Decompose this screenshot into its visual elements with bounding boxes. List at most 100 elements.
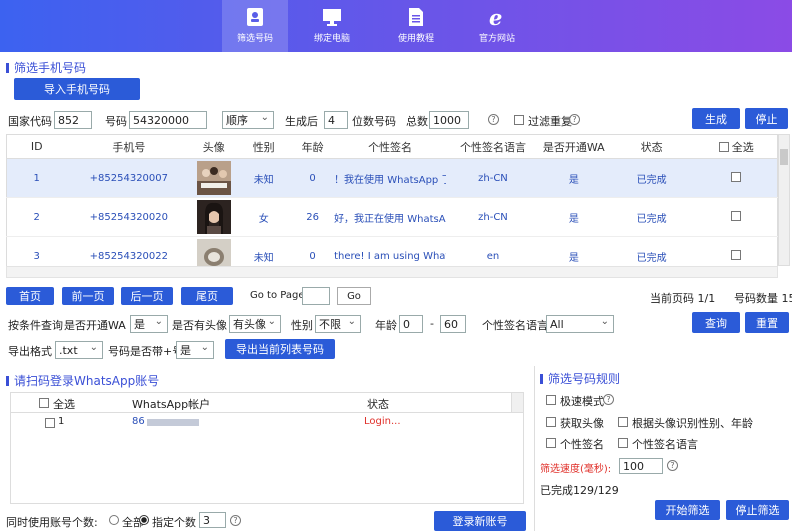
- signature-checkbox[interactable]: [546, 438, 556, 448]
- col-header-phone[interactable]: 手机号: [66, 134, 192, 159]
- table-horizontal-scrollbar[interactable]: [6, 266, 778, 278]
- col-header-gender[interactable]: 性别: [236, 134, 292, 159]
- gender-label: 性别: [291, 319, 313, 332]
- speed-label: 筛选速度(毫秒):: [540, 464, 612, 475]
- signature-lang-checkbox[interactable]: [618, 438, 628, 448]
- table-vertical-scrollbar[interactable]: [778, 134, 790, 266]
- generate-after-input[interactable]: 4: [324, 111, 348, 129]
- next-page-button[interactable]: 后一页: [121, 287, 173, 305]
- help-icon[interactable]: ?: [488, 114, 499, 125]
- col-header-id[interactable]: ID: [6, 134, 67, 159]
- avatar: [196, 161, 231, 195]
- help-icon[interactable]: ?: [230, 515, 241, 526]
- section-title-filter: 筛选手机号码: [6, 59, 86, 76]
- export-format-select[interactable]: .txt: [55, 341, 103, 359]
- table-header-row: ID 手机号 头像 性别 年龄 个性签名 个性签名语言 是否开通WA 状态 全选: [6, 134, 778, 159]
- section-title-rules: 筛选号码规则: [540, 370, 620, 387]
- country-code-label: 国家代码: [8, 115, 52, 128]
- row-checkbox[interactable]: [731, 249, 742, 260]
- stop-filter-button[interactable]: 停止筛选: [726, 500, 789, 520]
- import-numbers-button[interactable]: 导入手机号码: [14, 78, 140, 100]
- export-list-button[interactable]: 导出当前列表号码: [225, 339, 335, 359]
- accounts-header-row: 全选 WhatsApp帐户 状态: [11, 393, 523, 413]
- login-new-account-button[interactable]: 登录新账号: [434, 511, 526, 531]
- total-label: 总数: [406, 115, 428, 128]
- number-label: 号码: [105, 115, 127, 128]
- table-row[interactable]: 1 86 Login...: [11, 414, 523, 432]
- wa-enabled-select[interactable]: 是: [130, 315, 168, 333]
- signature-lang-rule-label: 个性签名语言: [632, 438, 698, 451]
- row-checkbox[interactable]: [731, 210, 742, 221]
- accounts-select-all-label: 全选: [53, 398, 75, 411]
- account-number: 86: [132, 416, 145, 427]
- col-header-account-status: 状态: [367, 398, 389, 411]
- generate-after-label: 生成后: [285, 115, 318, 128]
- filter-duplicate-checkbox[interactable]: [514, 115, 524, 125]
- col-header-signature-lang[interactable]: 个性签名语言: [446, 134, 540, 159]
- order-select[interactable]: 顺序: [222, 111, 274, 129]
- scroll-thumb[interactable]: [780, 149, 788, 165]
- help-icon[interactable]: ?: [603, 394, 614, 405]
- first-page-button[interactable]: 首页: [6, 287, 54, 305]
- specified-count-label: 指定个数: [152, 516, 196, 529]
- avatar-recognition-checkbox[interactable]: [618, 417, 628, 427]
- generate-button[interactable]: 生成: [692, 108, 740, 129]
- has-avatar-select[interactable]: 有头像: [229, 315, 281, 333]
- filter-duplicate-label: 过滤重复: [528, 115, 572, 128]
- signature-label: 个性签名: [560, 438, 604, 451]
- query-button[interactable]: 查询: [692, 312, 740, 333]
- go-button[interactable]: Go: [337, 287, 371, 305]
- age-max-input[interactable]: 60: [440, 315, 466, 333]
- col-header-whatsapp-account: WhatsApp帐户: [132, 398, 211, 411]
- accounts-select-all-checkbox[interactable]: [39, 398, 49, 408]
- get-avatar-checkbox[interactable]: [546, 417, 556, 427]
- total-input[interactable]: 1000: [429, 111, 469, 129]
- goto-page-input[interactable]: [302, 287, 330, 305]
- nav-filter-numbers[interactable]: 筛选号码: [222, 0, 288, 52]
- select-all-checkbox[interactable]: [718, 141, 729, 152]
- row-checkbox[interactable]: [731, 171, 742, 182]
- col-header-avatar[interactable]: 头像: [191, 134, 237, 159]
- specified-accounts-radio[interactable]: [139, 515, 149, 525]
- nav-official-site[interactable]: e 官方网站: [464, 0, 530, 52]
- account-status: Login...: [364, 416, 401, 427]
- col-header-age[interactable]: 年龄: [291, 134, 335, 159]
- plus-sign-select[interactable]: 是: [176, 341, 214, 359]
- help-icon[interactable]: ?: [667, 460, 678, 471]
- accounts-scrollbar[interactable]: [511, 393, 523, 412]
- last-page-button[interactable]: 尾页: [181, 287, 233, 305]
- gender-select[interactable]: 不限: [315, 315, 361, 333]
- nav-tutorial[interactable]: 使用教程: [383, 0, 449, 52]
- specified-count-input[interactable]: 3: [199, 512, 226, 528]
- col-header-wa-enabled[interactable]: 是否开通WA: [539, 134, 608, 159]
- signature-lang-select[interactable]: All: [546, 315, 614, 333]
- has-avatar-label: 是否有头像: [172, 319, 227, 332]
- age-dash: -: [430, 317, 434, 330]
- country-code-input[interactable]: 852: [54, 111, 92, 129]
- all-accounts-radio[interactable]: [109, 515, 119, 525]
- help-icon[interactable]: ?: [569, 114, 580, 125]
- panel-divider: [534, 366, 535, 531]
- reset-button[interactable]: 重置: [745, 312, 789, 333]
- age-label: 年龄: [375, 319, 397, 332]
- section-title-login: 请扫码登录WhatsApp账号: [6, 372, 159, 389]
- start-filter-button[interactable]: 开始筛选: [655, 500, 720, 520]
- table-row[interactable]: 1 +85254320007 未知 0 ！我在使用 WhatsApp 了 zh-…: [6, 158, 778, 198]
- number-input[interactable]: 54320000: [129, 111, 207, 129]
- age-min-input[interactable]: 0: [399, 315, 423, 333]
- id-card-icon: [247, 8, 263, 26]
- table-row[interactable]: 2 +85254320020 女 26 好，我正在使用 WhatsAp zh-C…: [6, 197, 778, 237]
- stop-button[interactable]: 停止: [745, 108, 788, 129]
- fast-mode-checkbox[interactable]: [546, 395, 556, 405]
- get-avatar-label: 获取头像: [560, 417, 604, 430]
- account-row-checkbox[interactable]: [45, 418, 55, 428]
- results-table: ID 手机号 头像 性别 年龄 个性签名 个性签名语言 是否开通WA 状态 全选…: [6, 134, 778, 276]
- prev-page-button[interactable]: 前一页: [62, 287, 114, 305]
- nav-bind-computer[interactable]: 绑定电脑: [299, 0, 365, 52]
- progress-done-text: 已完成129/129: [540, 484, 619, 497]
- col-header-signature[interactable]: 个性签名: [334, 134, 447, 159]
- col-header-status[interactable]: 状态: [607, 134, 696, 159]
- signature-lang-label: 个性签名语言: [482, 319, 548, 332]
- col-header-select-all[interactable]: 全选: [695, 134, 778, 159]
- speed-input[interactable]: 100: [619, 458, 663, 474]
